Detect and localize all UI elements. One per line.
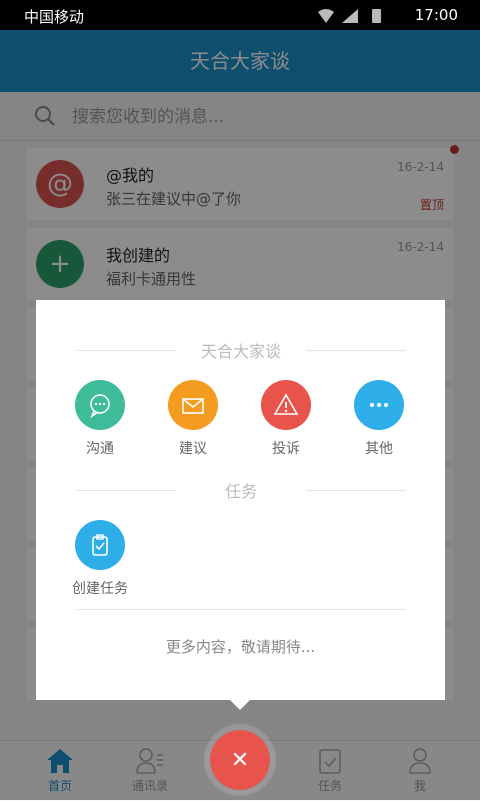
menu-item-label: 建议 (179, 441, 207, 457)
section-title: 天合大家谈 (200, 342, 281, 361)
battery-icon (372, 9, 381, 23)
create-menu: 天合大家谈 沟通 建议 投诉 其他 任务 创建任务 更多内容，敬请期待... (36, 300, 445, 710)
section-header-task: 任务 (76, 478, 406, 502)
menu-item-label: 投诉 (272, 441, 300, 457)
menu-item-chat[interactable]: 沟通 (60, 380, 140, 458)
menu-item-label: 沟通 (86, 441, 114, 457)
menu-item-label: 创建任务 (72, 581, 128, 597)
signal-icon (342, 9, 358, 23)
menu-divider (76, 609, 406, 610)
more-icon (354, 380, 404, 430)
more-coming-text: 更多内容，敬请期待... (165, 638, 316, 656)
menu-item-other[interactable]: 其他 (339, 380, 419, 458)
close-icon: ✕ (230, 747, 250, 772)
menu-item-suggest[interactable]: 建议 (153, 380, 233, 458)
carrier-label: 中国移动 (24, 8, 85, 26)
mail-icon (168, 380, 218, 430)
section-header-main: 天合大家谈 (76, 338, 406, 362)
warning-icon (261, 380, 311, 430)
close-menu-button[interactable]: ✕ (210, 730, 270, 790)
status-bar: 中国移动 17:00 (0, 0, 480, 30)
chat-icon (75, 380, 125, 430)
wifi-icon (318, 9, 334, 23)
menu-item-create-task[interactable]: 创建任务 (60, 520, 140, 598)
status-icons (318, 9, 381, 23)
menu-item-label: 其他 (365, 441, 393, 457)
section-title: 任务 (224, 482, 257, 501)
clipboard-icon (75, 520, 125, 570)
menu-item-complaint[interactable]: 投诉 (246, 380, 326, 458)
clock: 17:00 (414, 6, 458, 24)
